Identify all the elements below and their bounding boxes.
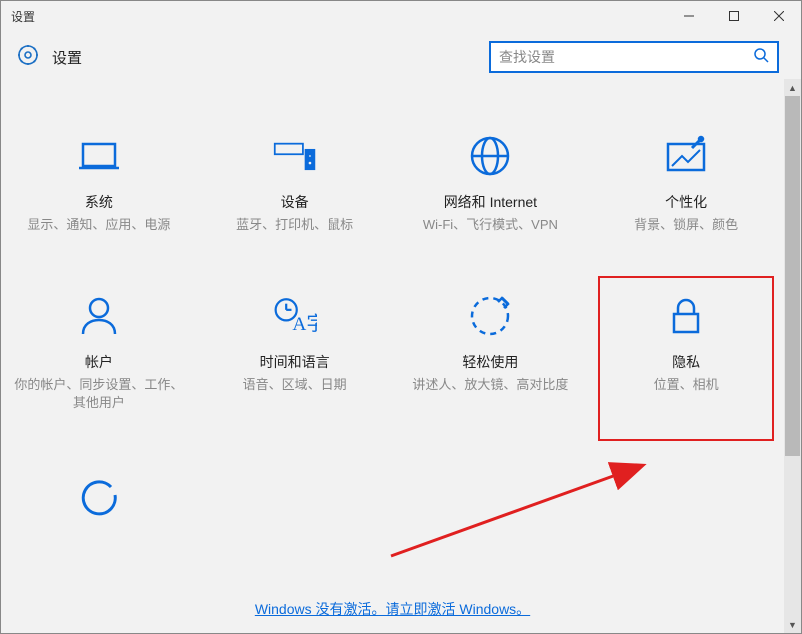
window-title: 设置 bbox=[11, 8, 666, 25]
person-icon bbox=[77, 294, 121, 338]
titlebar: 设置 bbox=[1, 1, 801, 31]
tile-accounts[interactable]: 帐户 你的帐户、同步设置、工作、其他用户 bbox=[1, 294, 197, 412]
tile-subtitle: 显示、通知、应用、电源 bbox=[27, 216, 170, 234]
time-language-icon: A字 bbox=[273, 294, 317, 338]
update-icon bbox=[77, 473, 121, 517]
tile-title: 系统 bbox=[85, 192, 113, 212]
tile-time-language[interactable]: A字 时间和语言 语音、区域、日期 bbox=[197, 294, 393, 412]
tile-subtitle: 位置、相机 bbox=[654, 376, 719, 394]
tile-update[interactable] bbox=[1, 473, 197, 517]
window-controls bbox=[666, 1, 801, 31]
tile-privacy[interactable]: 隐私 位置、相机 bbox=[588, 294, 784, 412]
content-area: 系统 显示、通知、应用、电源 设备 蓝牙、打印机、鼠标 bbox=[1, 79, 784, 633]
paint-icon bbox=[664, 134, 708, 178]
search-icon bbox=[753, 47, 769, 68]
activation-link[interactable]: Windows 没有激活。请立即激活 Windows。 bbox=[255, 601, 530, 617]
header: 设置 bbox=[1, 31, 801, 83]
monitor-icon bbox=[77, 134, 121, 178]
search-box[interactable] bbox=[489, 41, 779, 73]
page-title: 设置 bbox=[52, 47, 82, 68]
tile-ease-of-access[interactable]: 轻松使用 讲述人、放大镜、高对比度 bbox=[393, 294, 589, 412]
tile-subtitle: 你的帐户、同步设置、工作、其他用户 bbox=[11, 376, 187, 412]
minimize-button[interactable] bbox=[666, 1, 711, 31]
tile-title: 帐户 bbox=[85, 352, 113, 372]
activation-banner: Windows 没有激活。请立即激活 Windows。 bbox=[1, 599, 784, 619]
tile-system[interactable]: 系统 显示、通知、应用、电源 bbox=[1, 134, 197, 234]
tile-network[interactable]: 网络和 Internet Wi-Fi、飞行模式、VPN bbox=[393, 134, 589, 234]
settings-window: 设置 设置 bbox=[0, 0, 802, 634]
scroll-down-arrow[interactable]: ▼ bbox=[784, 616, 801, 633]
search-input[interactable] bbox=[499, 49, 753, 65]
tile-title: 网络和 Internet bbox=[444, 192, 537, 212]
tile-subtitle: Wi-Fi、飞行模式、VPN bbox=[423, 216, 558, 234]
tile-title: 时间和语言 bbox=[260, 352, 330, 372]
tile-title: 设备 bbox=[281, 192, 309, 212]
gear-icon bbox=[16, 43, 40, 72]
tile-title: 个性化 bbox=[665, 192, 707, 212]
ease-icon bbox=[468, 294, 512, 338]
devices-icon bbox=[273, 134, 317, 178]
tile-title: 轻松使用 bbox=[462, 352, 518, 372]
tile-devices[interactable]: 设备 蓝牙、打印机、鼠标 bbox=[197, 134, 393, 234]
tile-subtitle: 语音、区域、日期 bbox=[243, 376, 347, 394]
settings-grid: 系统 显示、通知、应用、电源 设备 蓝牙、打印机、鼠标 bbox=[1, 79, 784, 517]
scrollbar[interactable]: ▲ ▼ bbox=[784, 79, 801, 633]
tile-subtitle: 背景、锁屏、颜色 bbox=[634, 216, 738, 234]
tile-subtitle: 蓝牙、打印机、鼠标 bbox=[236, 216, 353, 234]
globe-icon bbox=[468, 134, 512, 178]
tile-subtitle: 讲述人、放大镜、高对比度 bbox=[412, 376, 568, 394]
close-button[interactable] bbox=[756, 1, 801, 31]
scrollbar-thumb[interactable] bbox=[785, 96, 800, 456]
maximize-button[interactable] bbox=[711, 1, 756, 31]
svg-text:A字: A字 bbox=[292, 313, 317, 335]
scroll-up-arrow[interactable]: ▲ bbox=[784, 79, 801, 96]
lock-icon bbox=[664, 294, 708, 338]
tile-title: 隐私 bbox=[672, 352, 700, 372]
tile-personalization[interactable]: 个性化 背景、锁屏、颜色 bbox=[588, 134, 784, 234]
